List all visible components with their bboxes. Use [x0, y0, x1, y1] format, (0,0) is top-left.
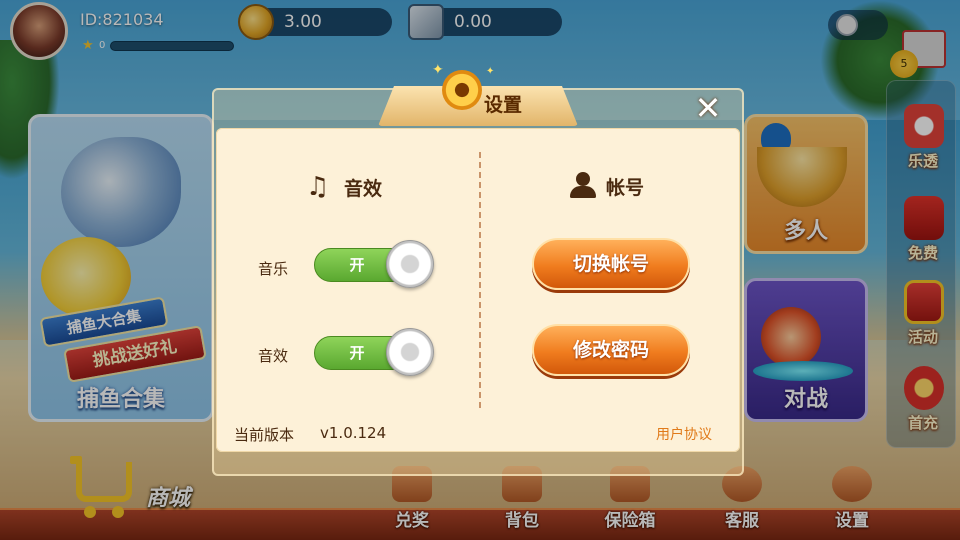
version-label: 当前版本 — [234, 426, 295, 444]
section-divider — [479, 152, 481, 408]
user-icon — [568, 172, 598, 200]
sound-section-header: ♫ 音效 — [306, 172, 382, 202]
sfx-label: 音效 — [258, 347, 289, 365]
version-value: v1.0.124 — [320, 424, 387, 442]
account-section-header: 帐号 — [568, 172, 644, 202]
sound-section-title: 音效 — [344, 177, 383, 200]
sfx-toggle[interactable]: 开 — [314, 328, 434, 376]
sparkle-icon: ✦ — [432, 62, 444, 78]
switch-account-button[interactable]: 切换帐号 — [532, 238, 690, 290]
settings-dialog-body — [216, 128, 740, 452]
music-label: 音乐 — [258, 260, 289, 278]
music-note-icon: ♫ — [306, 172, 330, 202]
settings-gear-icon — [442, 70, 482, 110]
dialog-title: 设置 — [484, 94, 523, 116]
change-password-button[interactable]: 修改密码 — [532, 324, 690, 376]
music-toggle[interactable]: 开 — [314, 240, 434, 288]
user-agreement-link[interactable]: 用户协议 — [656, 424, 712, 444]
close-button[interactable]: ✕ — [690, 90, 726, 126]
account-section-title: 帐号 — [606, 176, 645, 199]
toggle-knob[interactable] — [386, 240, 434, 288]
toggle-knob[interactable] — [386, 328, 434, 376]
sparkle-icon: ✦ — [486, 66, 495, 77]
